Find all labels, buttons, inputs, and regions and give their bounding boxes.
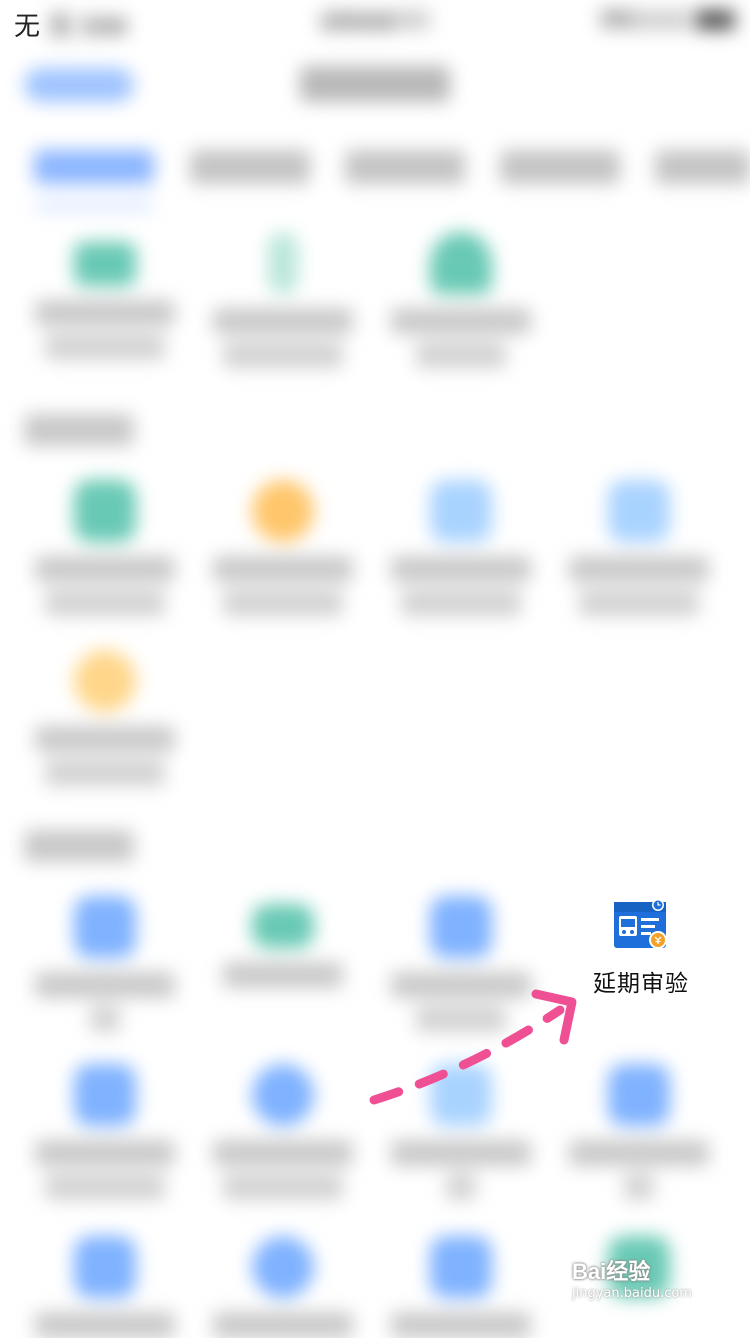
back-button[interactable] [24, 68, 134, 102]
app-item[interactable] [30, 1064, 180, 1200]
form-icon [430, 480, 492, 542]
carrier-label: 无 无 SIM [14, 11, 127, 41]
app-icon [252, 1064, 314, 1126]
app-item[interactable] [30, 650, 180, 786]
app-item[interactable] [564, 480, 714, 616]
house-icon [430, 232, 492, 294]
tab-4[interactable] [500, 150, 620, 184]
app-item[interactable] [30, 232, 180, 360]
app-item[interactable] [30, 1236, 180, 1338]
card-icon [252, 904, 314, 948]
app-item[interactable] [386, 1236, 536, 1338]
app-icon [430, 896, 492, 958]
status-time: 上午10:46 [320, 10, 430, 33]
app-icon [74, 1064, 136, 1126]
section-title-2 [24, 414, 134, 446]
app-icon [74, 1236, 136, 1298]
tab-active-indicator [34, 202, 154, 210]
app-item[interactable] [208, 1236, 358, 1338]
annotation-arrow [369, 989, 577, 1105]
tab-3[interactable] [345, 150, 465, 184]
status-bar: 无 无 SIM 上午10:46 75% [0, 0, 750, 44]
card-icon [74, 242, 136, 286]
battery-percent: 75% [600, 10, 690, 30]
app-item[interactable] [386, 480, 536, 616]
tab-1[interactable] [34, 150, 154, 184]
message-icon [608, 480, 670, 542]
app-icon [252, 1236, 314, 1298]
app-item[interactable] [386, 232, 536, 368]
app-icon [74, 896, 136, 958]
app-item[interactable] [208, 480, 358, 616]
tower-icon [268, 232, 298, 294]
badge-icon [252, 480, 314, 542]
app-icon [608, 1064, 670, 1126]
tab-5[interactable] [655, 150, 750, 184]
page-title [300, 66, 450, 102]
baidu-jingyan-watermark: Bai经验 jingyan.baidu.com [572, 1259, 692, 1301]
document-icon [74, 480, 136, 542]
section-title-3 [24, 830, 134, 862]
category-tabs [0, 140, 750, 220]
battery-icon [695, 10, 735, 30]
app-icon [430, 1236, 492, 1298]
app-item[interactable] [208, 1064, 358, 1200]
app-item[interactable] [208, 896, 358, 988]
app-item[interactable] [208, 232, 358, 368]
person-icon [74, 650, 136, 712]
app-item[interactable] [30, 896, 180, 1032]
tab-2[interactable] [190, 150, 310, 184]
app-item[interactable] [30, 480, 180, 616]
vehicle-license-clock-icon [614, 899, 667, 949]
nav-bar [0, 50, 750, 120]
